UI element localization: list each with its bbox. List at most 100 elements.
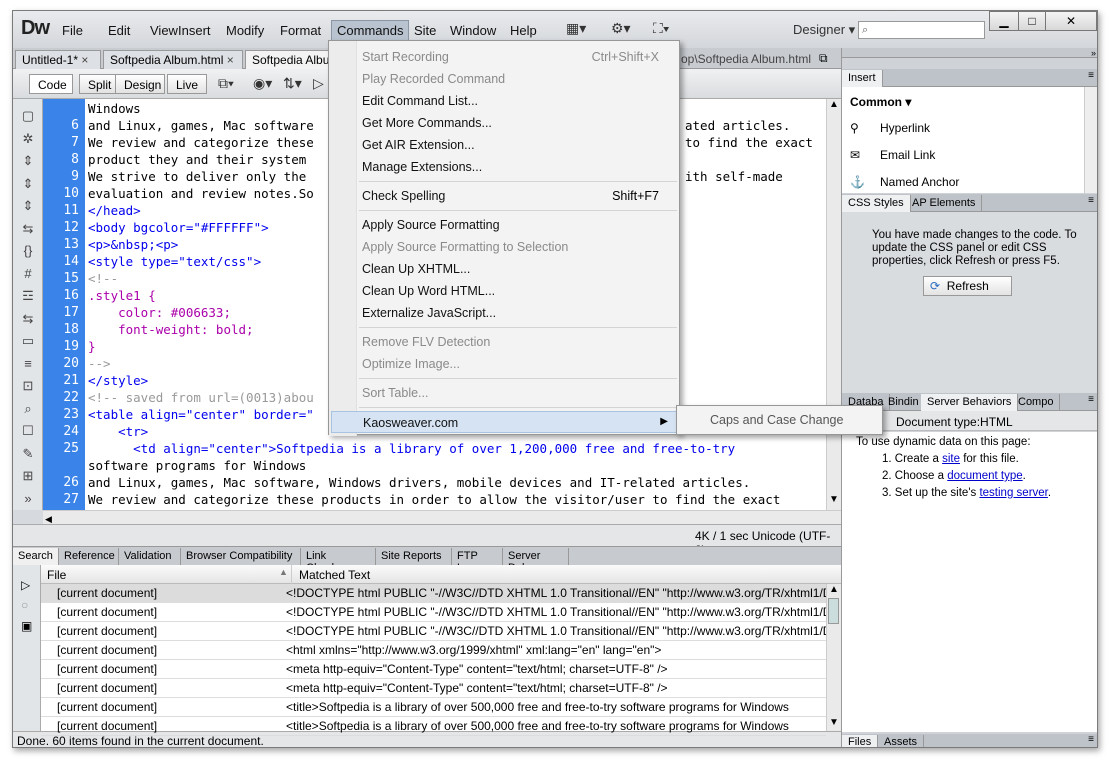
table-row[interactable]: [current document] <title>Softpedia is a … [41,698,826,717]
table-row[interactable]: [current document] <html xmlns="http://ww… [41,641,826,660]
workspace-switcher[interactable]: Designer ▾ [793,22,855,38]
menu-modify[interactable]: Modify [221,21,269,40]
menu-format[interactable]: Format [275,21,326,40]
step-text: Set up the site's [894,487,980,499]
sort-arrow-icon[interactable]: ▲ [279,567,288,577]
insert-item-email[interactable]: ✉ Email Link [850,148,935,162]
results-scrollbar[interactable]: ▲ ▼ [826,584,841,731]
tab-validation[interactable]: Validation [119,548,181,566]
scroll-down-icon[interactable]: ▼ [829,717,839,728]
refresh-button[interactable]: ⟳ Refresh [923,276,1012,296]
step-link[interactable]: testing server [979,487,1047,499]
layout-icon[interactable]: ▦▾ [566,20,586,37]
menu-item-clean-up-xhtml[interactable]: Clean Up XHTML... [331,258,677,280]
file-management-icon[interactable]: ⧉▾ [218,75,234,92]
tab-files[interactable]: Files [842,735,879,747]
menu-item-kaosweaver-com[interactable]: Kaosweaver.com ▶ [331,411,677,433]
tab-site-reports[interactable]: Site Reports [376,548,452,566]
table-row[interactable]: [current document] <meta http-equiv="Cont… [41,660,826,679]
scroll-up-icon[interactable]: ▲ [829,584,839,595]
doc-tab-2[interactable]: Softpedia Album.html × [103,50,243,69]
refresh-icon[interactable]: ⇅▾ [283,75,302,92]
tab-assets[interactable]: Assets [878,735,925,747]
scroll-down-icon[interactable]: ▼ [829,494,839,505]
view-code-button[interactable]: Code [29,74,73,94]
menu-item-externalize-javascript[interactable]: Externalize JavaScript... [331,302,677,324]
panel-menu-icon[interactable]: ≡ [1088,734,1094,745]
menu-site[interactable]: Site [409,21,441,40]
menu-item-get-air-extension[interactable]: Get AIR Extension... [331,134,677,156]
insert-item-anchor[interactable]: ⚓ Named Anchor [850,175,959,189]
doc-tab-1[interactable]: Untitled-1* × [15,50,101,69]
tab-ap-elements[interactable]: AP Elements [906,195,983,212]
step-link[interactable]: document type [947,470,1022,482]
scroll-left-icon[interactable]: ◀ [43,514,52,524]
menu-item-edit-command-list[interactable]: Edit Command List... [331,90,677,112]
view-options-icon[interactable]: ▷ [313,75,324,92]
scroll-thumb[interactable] [828,598,839,624]
table-row[interactable]: [current document] <!DOCTYPE html PUBLIC … [41,622,826,641]
doc-tab-3[interactable]: Softpedia Album.html [245,50,329,69]
table-row[interactable]: [current document] <title>Softpedia is a … [41,717,826,736]
step-link[interactable]: site [942,453,960,465]
close-button[interactable]: ✕ [1045,11,1097,31]
scroll-up-icon[interactable]: ▲ [829,99,839,110]
tab-search[interactable]: Search [13,548,59,566]
coding-tools-icons[interactable]: ▢ ✲ ⇕ ⇕ ⇕ ⇆{} # ☲ ⇆ ▭ ≡ ⊡ ⌕ ☐ ✎ ⊞» [21,105,35,510]
panel-menu-icon[interactable]: ≡ [1088,195,1094,206]
menu-item-apply-source-formatting[interactable]: Apply Source Formatting [331,214,677,236]
play-icon[interactable]: ▷ [21,578,30,592]
menu-item-manage-extensions[interactable]: Manage Extensions... [331,156,677,178]
tab-link-checker[interactable]: Link Checker [301,548,376,574]
table-row[interactable]: [current document] <meta http-equiv="Cont… [41,679,826,698]
menu-help[interactable]: Help [505,21,542,40]
menu-item-clean-up-word-html[interactable]: Clean Up Word HTML... [331,280,677,302]
table-row[interactable]: [current document] <!DOCTYPE html PUBLIC … [41,584,826,603]
menu-file[interactable]: File [57,21,88,40]
panel-menu-icon[interactable]: ≡ [1088,70,1094,81]
search-input[interactable]: ⌕ [858,21,985,39]
view-design-button[interactable]: Design [115,74,165,94]
view-live-button[interactable]: Live [167,74,207,94]
panel-menu-icon[interactable]: ≡ [1088,394,1094,405]
insert-item-hyperlink[interactable]: ⚲ Hyperlink [850,121,930,135]
menu-edit[interactable]: Edit [103,21,135,40]
menu-item-get-more-commands[interactable]: Get More Commands... [331,112,677,134]
restore-icon[interactable]: ⧉ [819,51,828,66]
column-divider[interactable] [291,565,292,584]
insert-category[interactable]: Common ▾ [850,95,911,109]
file-column-header[interactable]: File [47,568,66,582]
save-report-icon[interactable]: ▣ [21,619,32,633]
gear-icon[interactable]: ⚙▾ [611,20,631,37]
menu-item-check-spelling[interactable]: Check Spelling Shift+F7 [331,185,677,207]
code-horizontal-scrollbar[interactable]: ◀ [43,510,841,524]
tab-ftp-log[interactable]: FTP Log [452,548,503,574]
tab-insert[interactable]: Insert [842,70,883,87]
maximize-button[interactable]: □ [1018,11,1046,31]
view-split-button[interactable]: Split [79,74,117,94]
submenu-item-caps-case[interactable]: Caps and Case Change [710,413,843,427]
matched-column-header[interactable]: Matched Text [299,568,370,582]
preview-icon[interactable]: ◉▾ [253,75,272,92]
close-icon[interactable]: × [227,53,234,67]
tab-server-behaviors[interactable]: Server Behaviors [921,394,1019,411]
menu-commands[interactable]: Commands [331,20,410,41]
insert-scrollbar[interactable] [1084,87,1097,193]
menu-shortcut: Shift+F7 [612,189,659,203]
menu-window[interactable]: Window [445,21,501,40]
collapse-icon[interactable]: » [842,48,1097,58]
site-icon[interactable]: ⛶▾ [653,20,670,37]
table-row[interactable]: [current document] <!DOCTYPE html PUBLIC … [41,603,826,622]
menu-insert[interactable]: Insert [173,21,216,40]
line-number: 21 [63,373,79,388]
close-icon[interactable]: × [81,53,88,67]
tab-css-styles[interactable]: CSS Styles [842,195,911,212]
tab-bindings[interactable]: Bindin [882,394,926,411]
minimize-button[interactable]: ▁ [989,11,1019,31]
tab-components[interactable]: Compo [1012,394,1061,411]
stop-icon[interactable]: ○ [21,598,28,612]
tab-browser-compatibility[interactable]: Browser Compatibility [181,548,301,566]
tab-reference[interactable]: Reference [59,548,119,566]
code-vertical-scrollbar[interactable]: ▲ ▼ [826,99,841,510]
tab-server-debug[interactable]: Server Debug [503,548,569,574]
